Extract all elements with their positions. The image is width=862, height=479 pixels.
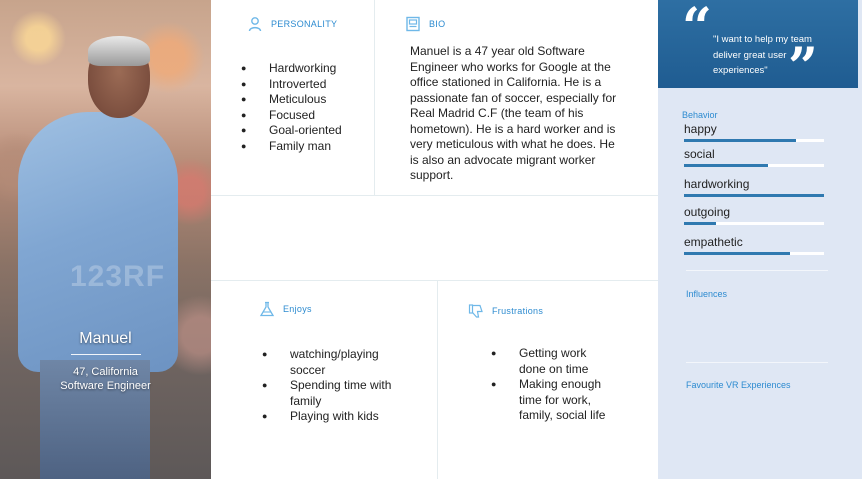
personality-item: Family man: [241, 139, 342, 155]
trait-name: empathetic: [684, 235, 743, 249]
personality-item: Focused: [241, 108, 342, 124]
sidebar-divider: [686, 270, 828, 271]
person-icon: [248, 17, 262, 32]
photo-watermark: 123RF: [70, 260, 166, 293]
persona-name: Manuel: [79, 330, 132, 347]
bio-text: Manuel is a 47 year old Software Enginee…: [410, 44, 617, 182]
trait-hardworking: hardworking: [684, 177, 824, 197]
trait-name: social: [684, 147, 715, 161]
trait-name: hardworking: [684, 177, 750, 191]
personality-item: Hardworking: [241, 61, 342, 77]
frustrations-list: Getting work done on time Making enough …: [491, 346, 613, 424]
persona-identity: Manuel 47, California Software Engineer: [0, 330, 211, 393]
trait-bar-track: [684, 139, 824, 142]
enjoys-item: Spending time with family: [262, 378, 402, 409]
quote-box: “ "I want to help my team deliver great …: [658, 0, 858, 94]
sidebar-divider: [686, 362, 828, 363]
personality-label: PERSONALITY: [271, 19, 338, 29]
bio-panel: BIO Manuel is a 47 year old Software Eng…: [375, 0, 658, 196]
frustrations-item: Getting work done on time: [491, 346, 613, 377]
bio-label: BIO: [429, 19, 446, 29]
trait-bar-track: [684, 222, 824, 225]
enjoys-item: watching/playing soccer: [262, 347, 402, 378]
frustrations-label: Frustrations: [492, 306, 544, 316]
enjoys-item: Playing with kids: [262, 409, 402, 425]
name-divider: [70, 354, 141, 355]
trait-bar-fill: [684, 222, 717, 225]
frustrations-panel: Frustrations Getting work done on time M…: [438, 281, 658, 479]
trait-name: outgoing: [684, 205, 731, 219]
trait-social: social: [684, 147, 824, 167]
enjoys-panel: Enjoys watching/playing soccer Spending …: [211, 281, 438, 479]
spacer-panel: [211, 196, 658, 281]
personality-item: Meticulous: [241, 92, 342, 108]
personality-item: Introverted: [241, 77, 342, 93]
enjoys-header: Enjoys: [259, 301, 312, 317]
persona-role: Software Engineer: [60, 380, 151, 392]
close-quote-icon: ”: [788, 37, 818, 98]
trait-happy: happy: [684, 122, 824, 142]
personality-list: Hardworking Introverted Meticulous Focus…: [241, 61, 342, 154]
persona-age-location: 47, California: [73, 366, 138, 378]
personality-header: PERSONALITY: [247, 16, 337, 32]
trait-name: happy: [684, 122, 717, 136]
trait-bar-fill: [684, 252, 791, 255]
trait-bar-track: [684, 194, 824, 197]
bio-header: BIO: [405, 16, 445, 32]
persona-photo: 123RF Manuel 47, California Software Eng…: [0, 0, 211, 479]
personality-panel: PERSONALITY Hardworking Introverted Meti…: [211, 0, 375, 196]
trait-bar-track: [684, 164, 824, 167]
enjoys-list: watching/playing soccer Spending time wi…: [262, 347, 402, 425]
thumbs-down-icon: [468, 304, 483, 318]
open-quote-icon: “: [682, 0, 712, 58]
document-icon: [406, 16, 420, 32]
favourite-vr-label: Favourite VR Experiences: [686, 380, 791, 390]
frustrations-header: Frustrations: [468, 303, 543, 319]
enjoys-label: Enjoys: [283, 304, 312, 314]
trait-empathetic: empathetic: [684, 235, 824, 255]
flask-icon: [259, 301, 275, 317]
trait-outgoing: outgoing: [684, 205, 824, 225]
trait-bar-fill: [684, 194, 824, 197]
trait-bar-fill: [684, 164, 768, 167]
personality-item: Goal-oriented: [241, 123, 342, 139]
photo-person-hair: [88, 36, 150, 66]
trait-bar-fill: [684, 139, 796, 142]
frustrations-item: Making enough time for work, family, soc…: [491, 377, 613, 424]
influences-label: Influences: [686, 289, 728, 299]
behavior-label: Behavior: [682, 110, 718, 120]
trait-bar-track: [684, 252, 824, 255]
